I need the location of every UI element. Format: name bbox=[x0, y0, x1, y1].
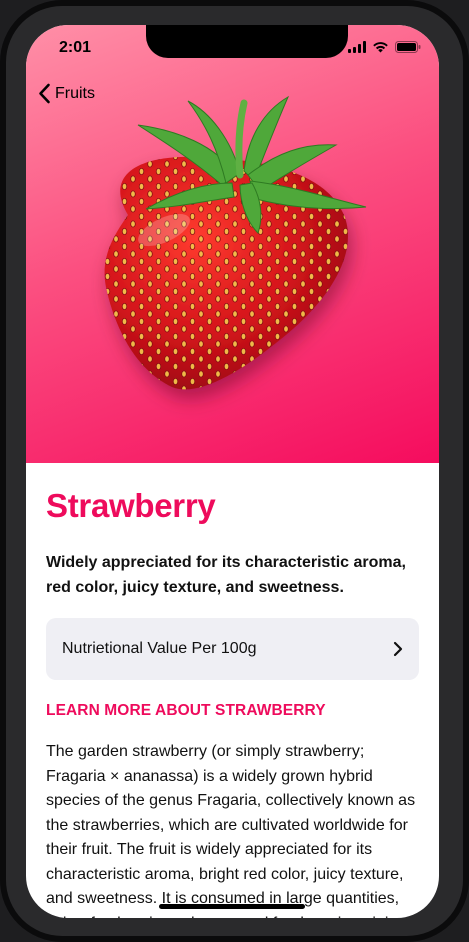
strawberry-image bbox=[104, 95, 367, 390]
fruit-hero-header: 2:01 Fruits bbox=[26, 25, 439, 463]
fruit-title: Strawberry bbox=[46, 487, 216, 524]
nutrition-row-label: Nutrietional Value Per 100g bbox=[62, 640, 257, 657]
learn-more-heading: LEARN MORE ABOUT STRAWBERRY bbox=[46, 702, 326, 719]
fruit-detail-content: Strawberry Widely appreciated for its ch… bbox=[46, 463, 419, 918]
notch bbox=[146, 25, 348, 58]
nutrition-disclosure-row[interactable]: Nutrietional Value Per 100g bbox=[46, 618, 419, 680]
fruit-headline: Widely appreciated for its characteristi… bbox=[46, 554, 406, 596]
device-frame: 2:01 Fruits Strawberry Widely appreciate… bbox=[0, 0, 469, 942]
chevron-right-icon bbox=[393, 641, 403, 657]
home-indicator[interactable] bbox=[159, 904, 305, 909]
screen: 2:01 Fruits Strawberry Widely appreciate… bbox=[26, 25, 439, 918]
fruit-description: The garden strawberry (or simply strawbe… bbox=[46, 743, 416, 918]
